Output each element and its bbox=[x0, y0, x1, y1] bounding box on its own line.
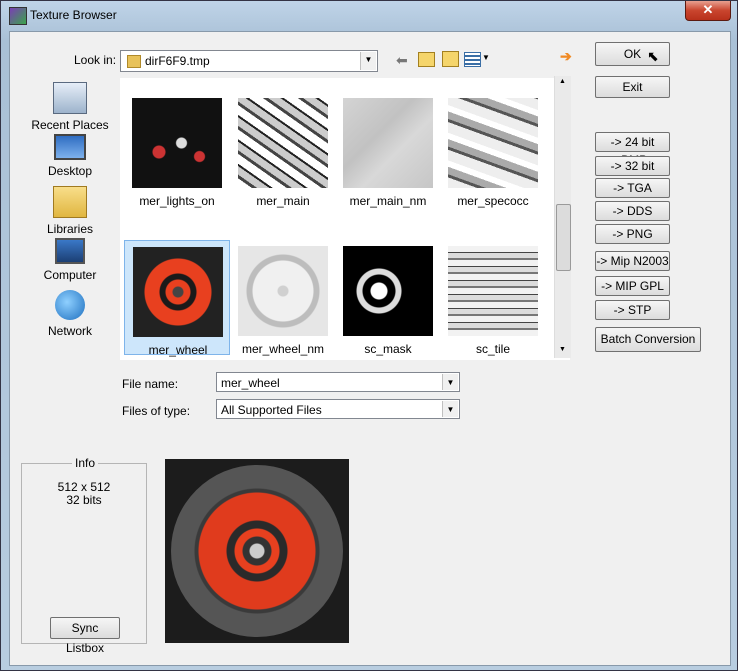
file-label: sc_mask bbox=[364, 342, 412, 356]
dialog-body: Look in: dirF6F9.tmp ▼ ⬅ ▼ Recent Places… bbox=[9, 31, 731, 666]
info-group: Info 512 x 512 32 bits Sync Listbox bbox=[21, 456, 147, 655]
libraries-icon bbox=[53, 186, 87, 218]
place-computer[interactable]: Computer bbox=[25, 238, 115, 282]
convert-stp-button[interactable]: -> STP bbox=[595, 300, 670, 320]
file-label: mer_specocc bbox=[457, 194, 529, 208]
pointer-arrow-icon: ➔ bbox=[560, 48, 572, 64]
file-name-value: mer_wheel bbox=[221, 376, 280, 390]
file-list-scrollbar[interactable]: ▲ ▼ bbox=[554, 76, 571, 358]
folder-icon bbox=[127, 55, 141, 68]
place-label: Recent Places bbox=[31, 118, 109, 132]
place-desktop[interactable]: Desktop bbox=[25, 134, 115, 178]
texture-thumbnail bbox=[448, 98, 538, 188]
wheel-preview-image bbox=[171, 465, 343, 637]
view-menu-icon[interactable] bbox=[464, 52, 481, 67]
convert-mip-n2003-button[interactable]: -> Mip N2003 bbox=[595, 251, 670, 271]
file-name-label: File name: bbox=[122, 377, 179, 391]
texture-thumbnail bbox=[238, 98, 328, 188]
place-network[interactable]: Network bbox=[25, 290, 115, 338]
convert-bmp32-button[interactable]: -> 32 bit BMP bbox=[595, 156, 670, 191]
texture-browser-window: Texture Browser ✕ Look in: dirF6F9.tmp ▼… bbox=[0, 0, 738, 671]
convert-tga-button[interactable]: -> TGA bbox=[595, 178, 670, 198]
chevron-down-icon[interactable]: ▼ bbox=[442, 401, 458, 417]
view-menu-chevron-icon[interactable]: ▼ bbox=[482, 53, 490, 62]
chevron-down-icon[interactable]: ▼ bbox=[442, 374, 458, 390]
file-type-combo[interactable]: All Supported Files ▼ bbox=[216, 399, 460, 419]
scrollbar-thumb[interactable] bbox=[556, 204, 571, 271]
computer-icon bbox=[55, 238, 85, 264]
file-item[interactable]: mer_main_nm bbox=[335, 92, 441, 208]
batch-conversion-button[interactable]: Batch Conversion bbox=[595, 327, 701, 352]
app-icon bbox=[9, 7, 27, 25]
desktop-icon bbox=[54, 134, 86, 160]
texture-preview bbox=[165, 459, 349, 643]
chevron-down-icon[interactable]: ▼ bbox=[360, 52, 376, 70]
wheel-thumbnail bbox=[133, 247, 223, 337]
close-button[interactable]: ✕ bbox=[685, 1, 731, 21]
file-item[interactable]: mer_lights_on bbox=[124, 92, 230, 208]
mouse-cursor-icon: ⬉ bbox=[647, 48, 659, 64]
title-bar[interactable]: Texture Browser ✕ bbox=[1, 1, 737, 31]
look-in-combo[interactable]: dirF6F9.tmp ▼ bbox=[120, 50, 378, 72]
up-folder-icon[interactable] bbox=[418, 52, 435, 67]
look-in-label: Look in: bbox=[74, 53, 117, 67]
scroll-up-icon[interactable]: ▲ bbox=[559, 78, 566, 85]
file-type-label: Files of type: bbox=[122, 404, 191, 418]
file-item[interactable]: mer_wheel_nm bbox=[230, 240, 336, 356]
texture-thumbnail bbox=[238, 246, 328, 336]
texture-thumbnail bbox=[132, 98, 222, 188]
file-label: mer_wheel bbox=[148, 343, 208, 357]
info-title: Info bbox=[72, 456, 99, 470]
texture-thumbnail bbox=[448, 246, 538, 336]
convert-png-button[interactable]: -> PNG bbox=[595, 224, 670, 244]
place-label: Computer bbox=[43, 268, 97, 282]
file-name-combo[interactable]: mer_wheel ▼ bbox=[216, 372, 460, 392]
window-title: Texture Browser bbox=[30, 8, 117, 22]
convert-bmp24-button[interactable]: -> 24 bit .BMP bbox=[595, 132, 670, 167]
file-item-selected[interactable]: mer_wheel bbox=[124, 240, 230, 357]
file-list[interactable]: mer_lights_on mer_main mer_main_nm mer_s… bbox=[120, 78, 570, 360]
file-item[interactable]: mer_specocc bbox=[440, 92, 546, 208]
image-dimensions: 512 x 512 bbox=[57, 480, 111, 494]
file-item[interactable]: mer_main bbox=[230, 92, 336, 208]
ok-button[interactable]: OK bbox=[595, 42, 670, 66]
file-label: mer_main bbox=[256, 194, 310, 208]
recent-places-icon bbox=[53, 82, 87, 114]
place-label: Desktop bbox=[47, 164, 93, 178]
place-libraries[interactable]: Libraries bbox=[25, 186, 115, 236]
network-icon bbox=[55, 290, 85, 320]
back-arrow-icon[interactable]: ⬅ bbox=[396, 52, 408, 69]
scroll-down-icon[interactable]: ▼ bbox=[559, 346, 566, 353]
convert-dds-button[interactable]: -> DDS bbox=[595, 201, 670, 221]
look-in-value: dirF6F9.tmp bbox=[145, 54, 210, 68]
exit-button[interactable]: Exit bbox=[595, 76, 670, 98]
file-item[interactable]: sc_mask bbox=[335, 240, 441, 356]
file-type-value: All Supported Files bbox=[221, 403, 322, 417]
file-label: mer_main_nm bbox=[349, 194, 427, 208]
file-item[interactable]: sc_tile bbox=[440, 240, 546, 356]
file-label: mer_lights_on bbox=[139, 194, 215, 208]
place-label: Network bbox=[47, 324, 92, 338]
sync-listbox-button[interactable]: Sync Listbox bbox=[50, 617, 120, 655]
new-folder-icon[interactable] bbox=[442, 51, 459, 67]
file-label: mer_wheel_nm bbox=[241, 342, 325, 356]
place-label: Libraries bbox=[46, 222, 94, 236]
texture-thumbnail bbox=[343, 98, 433, 188]
place-recent[interactable]: Recent Places bbox=[25, 82, 115, 132]
texture-thumbnail bbox=[343, 246, 433, 336]
file-label: sc_tile bbox=[475, 342, 510, 356]
image-bit-depth: 32 bits bbox=[66, 493, 102, 507]
convert-mip-gpl-button[interactable]: -> MIP GPL bbox=[595, 276, 670, 296]
